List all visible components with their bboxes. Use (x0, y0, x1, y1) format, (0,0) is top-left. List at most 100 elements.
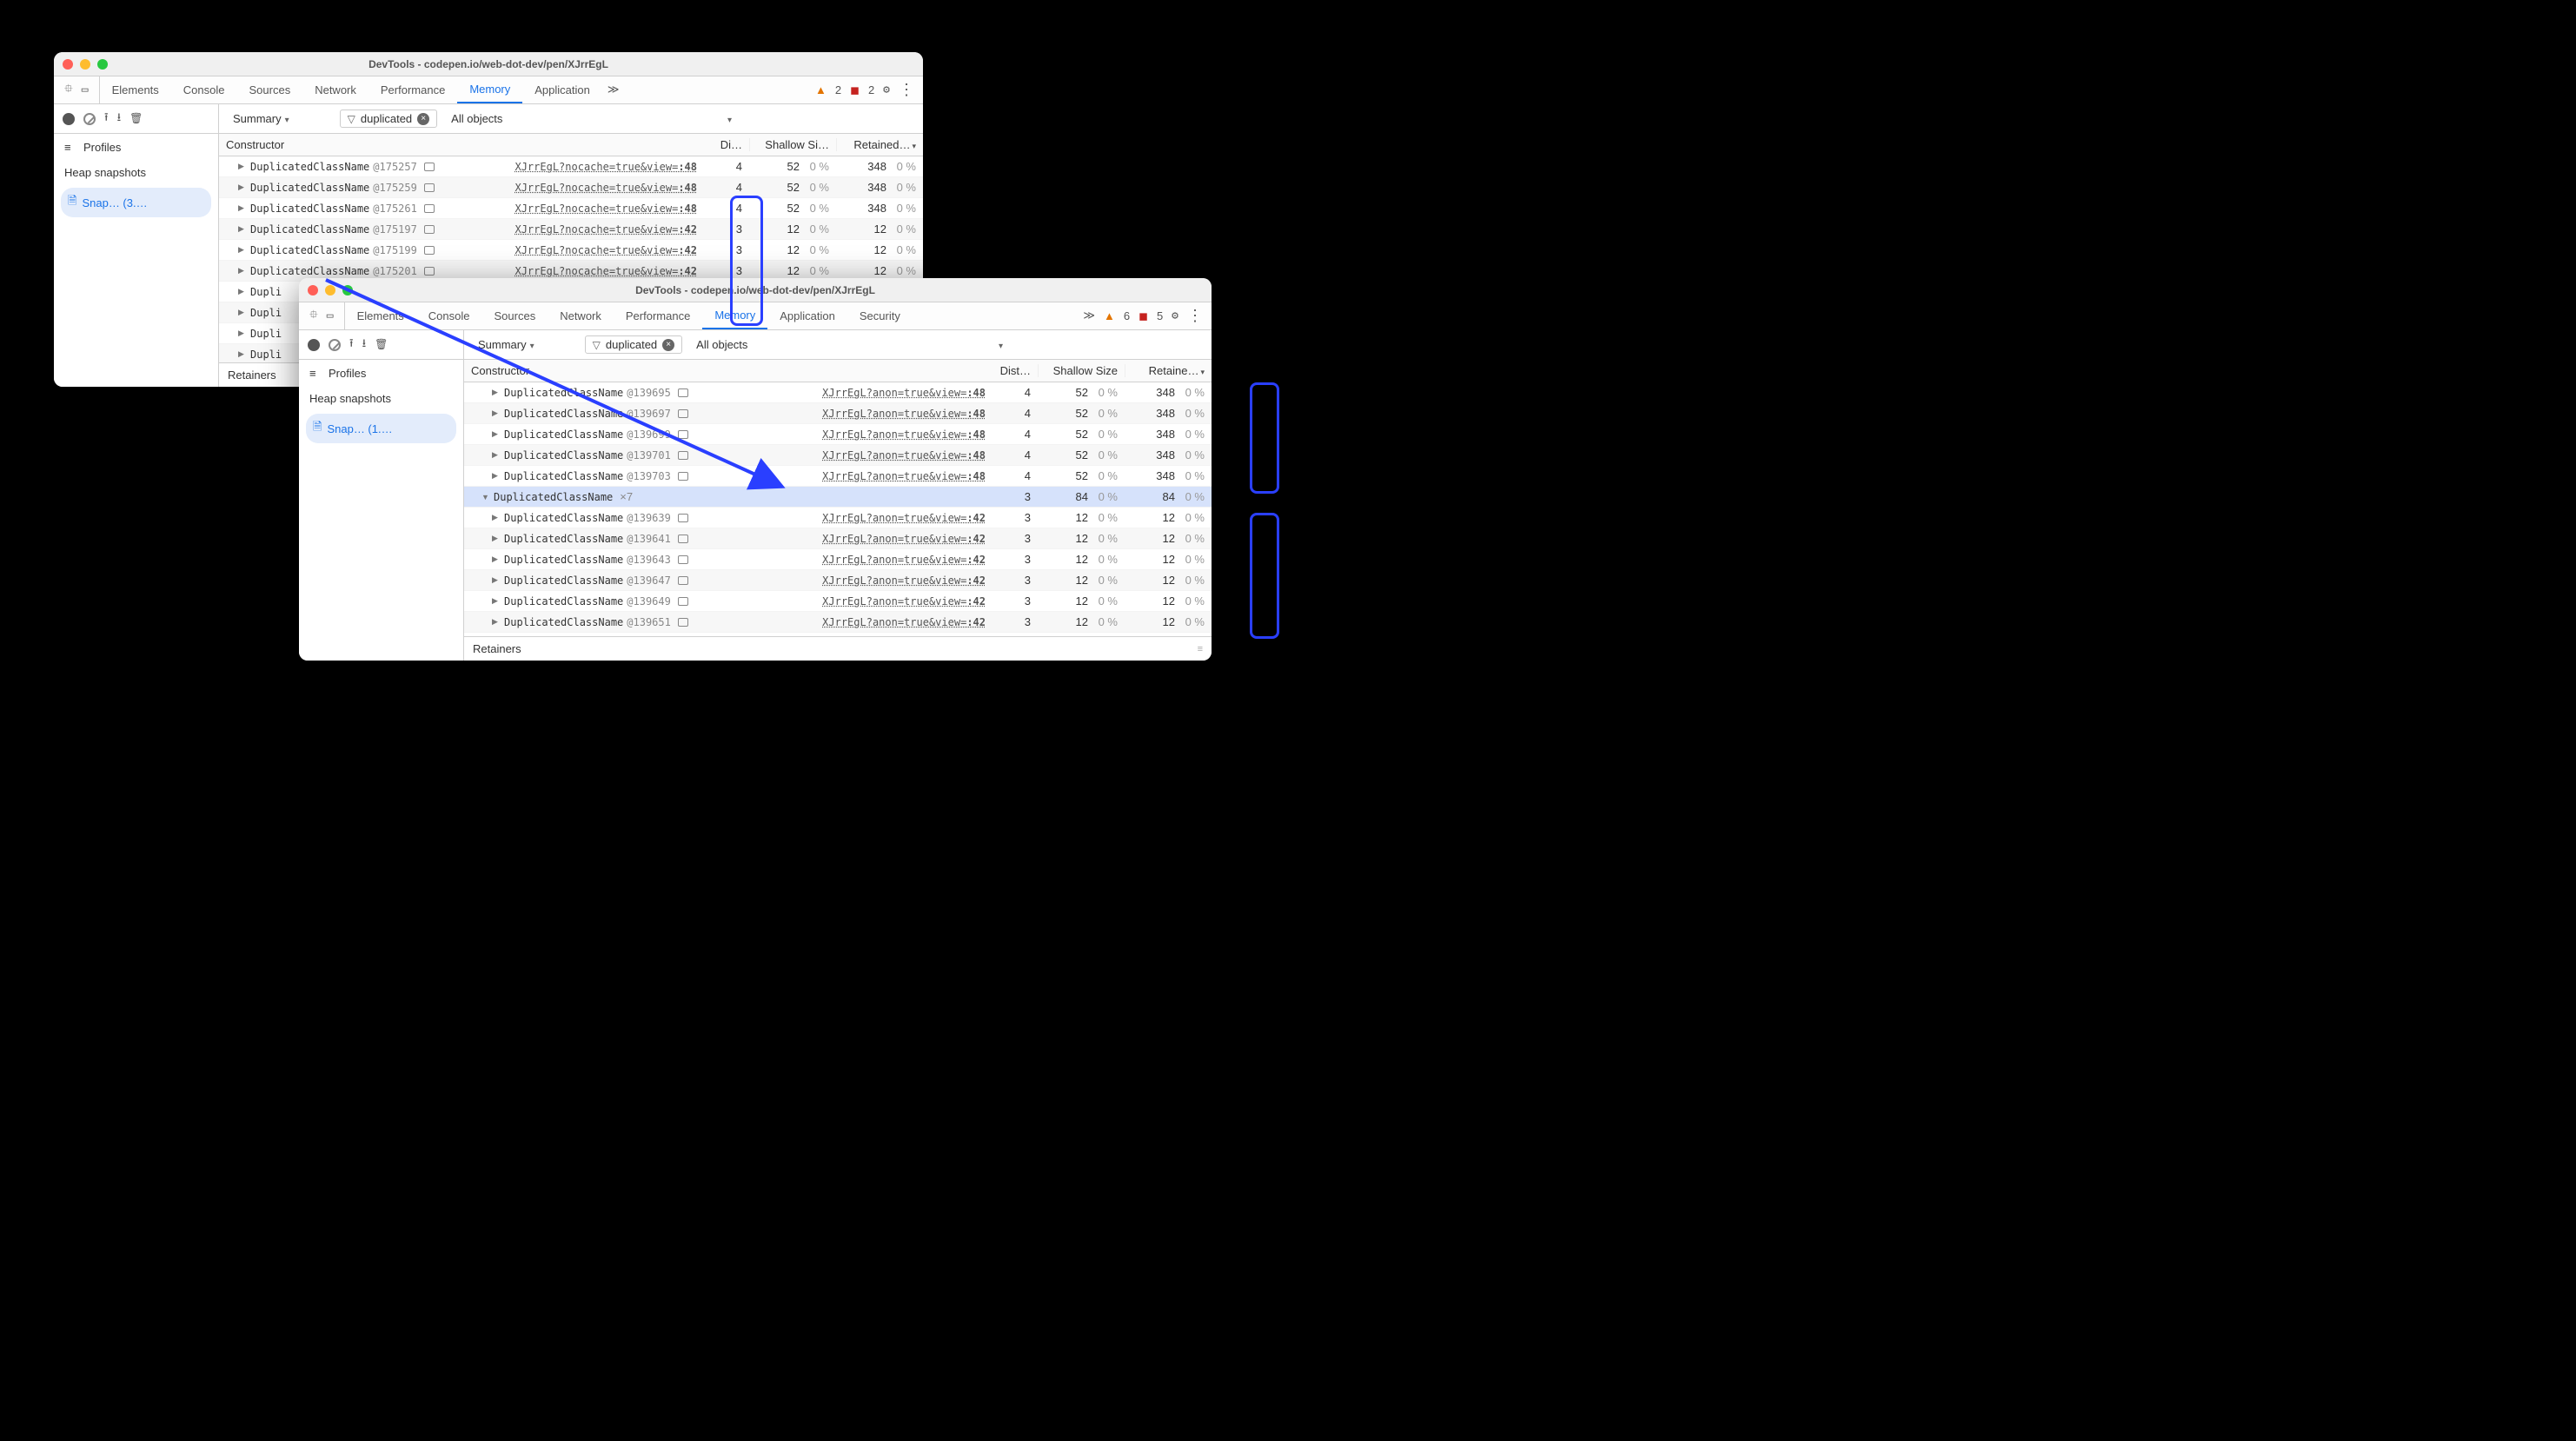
reveal-icon[interactable] (678, 409, 688, 418)
source-link[interactable]: XJrrEgL?anon=true&view=:48 (822, 428, 986, 441)
reveal-icon[interactable] (424, 225, 435, 234)
more-tabs-icon[interactable] (602, 83, 625, 96)
tab-elements[interactable]: Elements (345, 302, 416, 329)
trash-icon[interactable] (375, 338, 388, 351)
source-link[interactable]: XJrrEgL?anon=true&view=:48 (822, 387, 986, 399)
table-row[interactable]: DuplicatedClassName @139639XJrrEgL?anon=… (464, 508, 1212, 528)
reveal-icon[interactable] (678, 430, 688, 439)
close-icon[interactable] (63, 59, 73, 70)
minimize-icon[interactable] (325, 285, 335, 296)
expand-icon[interactable] (492, 513, 501, 522)
source-link[interactable]: XJrrEgL?anon=true&view=:48 (822, 449, 986, 462)
inspect-icon[interactable]: ⯐ (64, 81, 73, 100)
tab-application[interactable]: Application (767, 302, 847, 329)
expand-icon[interactable] (492, 388, 501, 397)
expand-icon[interactable] (238, 162, 247, 171)
snapshot-item[interactable]: 🗎 Snap… (1.… (306, 414, 456, 443)
clear-icon[interactable] (329, 339, 341, 351)
expand-icon[interactable] (492, 429, 501, 439)
clear-filter-icon[interactable]: × (417, 113, 429, 125)
tab-application[interactable]: Application (522, 76, 602, 103)
table-row[interactable]: DuplicatedClassName @139641XJrrEgL?anon=… (464, 528, 1212, 549)
retainers-panel[interactable]: Retainers ≡ (464, 636, 1212, 661)
col-retained[interactable]: Retaine… (1125, 364, 1212, 377)
expand-icon[interactable] (492, 408, 501, 418)
reveal-icon[interactable] (424, 246, 435, 255)
reveal-icon[interactable] (424, 163, 435, 171)
table-row[interactable]: DuplicatedClassName @175199XJrrEgL?nocac… (219, 240, 923, 261)
reveal-icon[interactable] (678, 472, 688, 481)
table-row[interactable]: DuplicatedClassName @175259XJrrEgL?nocac… (219, 177, 923, 198)
source-link[interactable]: XJrrEgL?nocache=true&view=:42 (515, 265, 697, 277)
expand-icon[interactable] (492, 554, 501, 564)
objects-select[interactable]: All objects (691, 336, 763, 353)
grip-icon[interactable]: ≡ (1198, 644, 1203, 654)
view-select[interactable]: Summary (228, 110, 305, 127)
source-link[interactable]: XJrrEgL?nocache=true&view=:42 (515, 223, 697, 236)
settings-icon[interactable] (883, 83, 890, 96)
reveal-icon[interactable] (678, 618, 688, 627)
maximize-icon[interactable] (342, 285, 353, 296)
source-link[interactable]: XJrrEgL?nocache=true&view=:48 (515, 161, 697, 173)
table-row[interactable]: DuplicatedClassName @175261XJrrEgL?nocac… (219, 198, 923, 219)
source-link[interactable]: XJrrEgL?anon=true&view=:42 (822, 574, 986, 587)
tab-memory[interactable]: Memory (457, 76, 522, 103)
table-row[interactable]: DuplicatedClassName @139651XJrrEgL?anon=… (464, 612, 1212, 633)
warning-icon[interactable]: ▲ (815, 83, 827, 96)
col-distance[interactable]: Dist… (986, 364, 1038, 377)
error-icon[interactable]: ◼ (1139, 309, 1148, 323)
expand-icon[interactable] (492, 617, 501, 627)
source-link[interactable]: XJrrEgL?nocache=true&view=:48 (515, 203, 697, 215)
col-shallow[interactable]: Shallow Si… (749, 138, 836, 151)
tab-network[interactable]: Network (548, 302, 614, 329)
tab-performance[interactable]: Performance (614, 302, 702, 329)
more-tabs-icon[interactable] (1083, 309, 1095, 322)
table-row[interactable]: DuplicatedClassName @139649XJrrEgL?anon=… (464, 591, 1212, 612)
objects-caret[interactable] (724, 112, 732, 125)
download-icon[interactable] (117, 110, 122, 129)
col-constructor[interactable]: Constructor (219, 138, 697, 151)
expand-icon[interactable] (492, 575, 501, 585)
table-row[interactable]: DuplicatedClassName @175257XJrrEgL?nocac… (219, 156, 923, 177)
device-icon[interactable]: ▭ (327, 309, 334, 322)
expand-icon[interactable] (238, 183, 247, 192)
source-link[interactable]: XJrrEgL?anon=true&view=:42 (822, 533, 986, 545)
download-icon[interactable] (362, 335, 367, 355)
col-shallow[interactable]: Shallow Size (1038, 364, 1125, 377)
expand-icon[interactable] (238, 287, 247, 296)
collapse-icon[interactable] (481, 493, 490, 501)
tab-sources[interactable]: Sources (237, 76, 303, 103)
close-icon[interactable] (308, 285, 318, 296)
clear-filter-icon[interactable]: × (662, 339, 674, 351)
col-constructor[interactable]: Constructor (464, 364, 986, 377)
tab-performance[interactable]: Performance (368, 76, 457, 103)
menu-icon[interactable] (1187, 307, 1203, 325)
sliders-icon[interactable] (64, 141, 76, 154)
expand-icon[interactable] (238, 245, 247, 255)
tab-console[interactable]: Console (171, 76, 237, 103)
tab-elements[interactable]: Elements (100, 76, 171, 103)
col-retained[interactable]: Retained… (836, 138, 923, 151)
objects-caret[interactable] (995, 338, 1003, 351)
objects-select[interactable]: All objects (446, 110, 518, 127)
table-row[interactable]: DuplicatedClassName @139695XJrrEgL?anon=… (464, 382, 1212, 403)
trash-icon[interactable] (129, 112, 143, 125)
table-row[interactable]: DuplicatedClassName @139699XJrrEgL?anon=… (464, 424, 1212, 445)
source-link[interactable]: XJrrEgL?anon=true&view=:42 (822, 616, 986, 628)
col-distance[interactable]: Di… (697, 138, 749, 151)
expand-icon[interactable] (238, 203, 247, 213)
table-row[interactable]: DuplicatedClassName @139643XJrrEgL?anon=… (464, 549, 1212, 570)
snapshot-item[interactable]: 🗎 Snap… (3.… (61, 188, 211, 217)
source-link[interactable]: XJrrEgL?anon=true&view=:42 (822, 554, 986, 566)
expand-icon[interactable] (492, 471, 501, 481)
expand-icon[interactable] (492, 534, 501, 543)
minimize-icon[interactable] (80, 59, 90, 70)
device-icon[interactable]: ▭ (82, 83, 89, 96)
table-row[interactable]: DuplicatedClassName×73840 %840 % (464, 487, 1212, 508)
tab-memory[interactable]: Memory (702, 302, 767, 329)
expand-icon[interactable] (238, 329, 247, 338)
filter-chip[interactable]: ▽ duplicated × (585, 335, 683, 354)
settings-icon[interactable] (1172, 309, 1178, 322)
reveal-icon[interactable] (678, 597, 688, 606)
source-link[interactable]: XJrrEgL?anon=true&view=:42 (822, 512, 986, 524)
